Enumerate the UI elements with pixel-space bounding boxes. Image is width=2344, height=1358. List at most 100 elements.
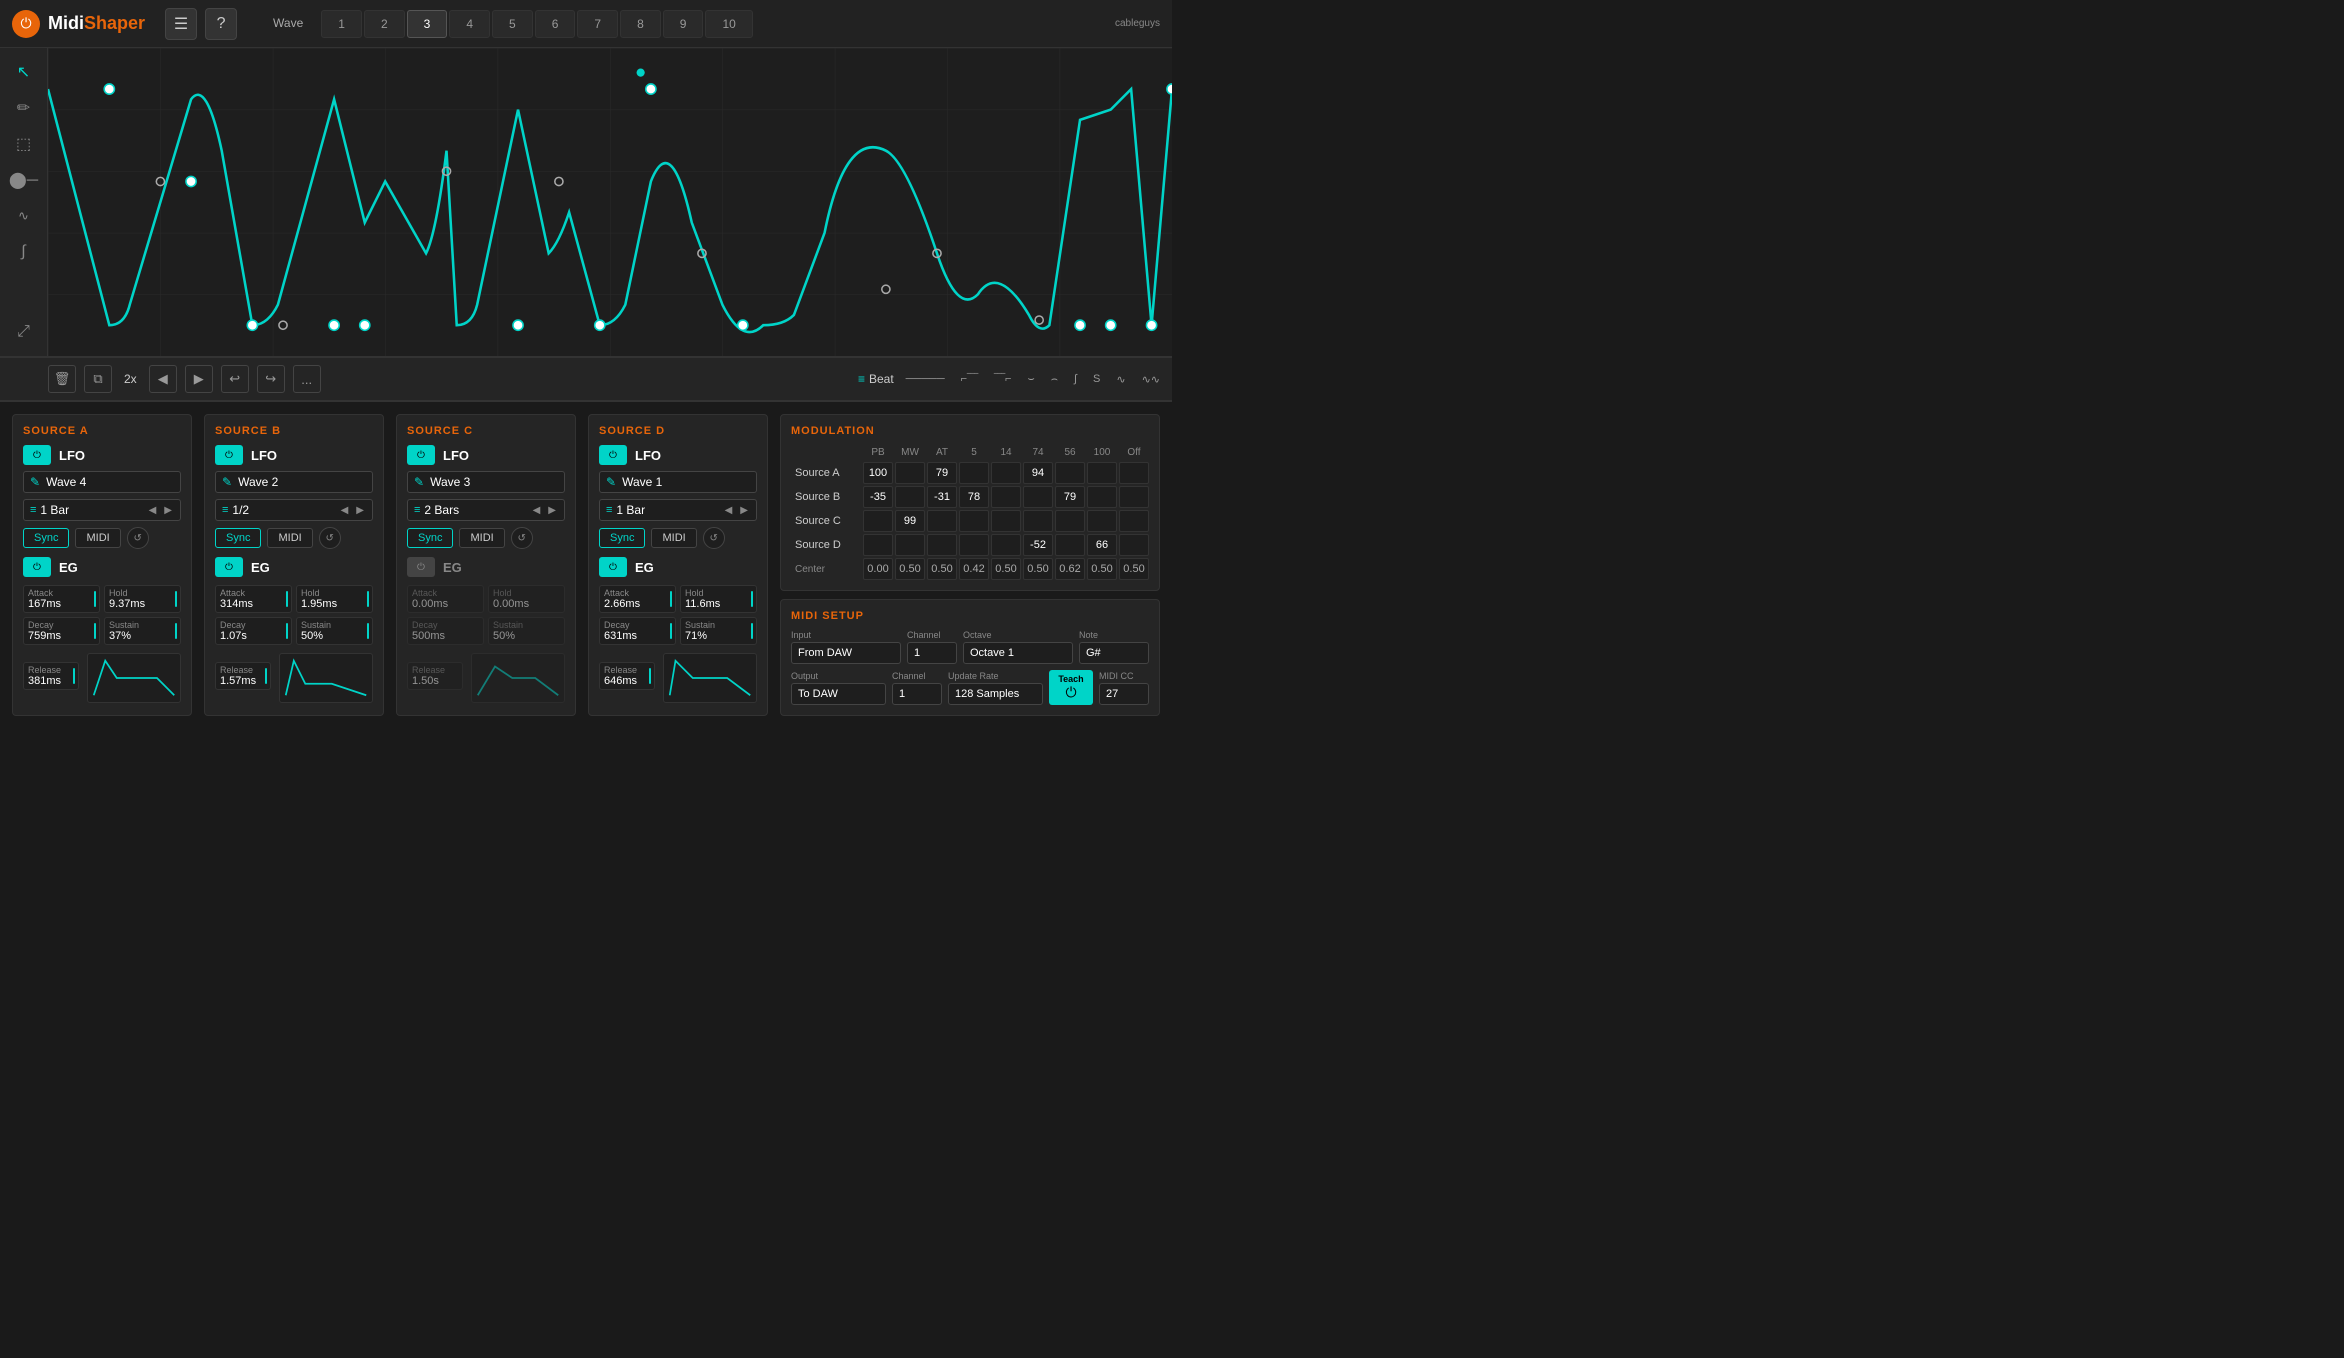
- source-d-wave-name[interactable]: ✎ Wave 1: [599, 471, 757, 493]
- source-d-attack[interactable]: Attack 2.66ms: [599, 585, 676, 613]
- mod-b-56[interactable]: 79: [1055, 486, 1085, 508]
- shape-wave2[interactable]: ∿∿: [1138, 371, 1164, 388]
- tab-10[interactable]: 10: [705, 10, 752, 38]
- draw-tool[interactable]: ✏: [8, 92, 40, 124]
- clone-button[interactable]: ⧉: [84, 365, 112, 393]
- source-d-retrig[interactable]: ↺: [703, 527, 725, 549]
- tab-6[interactable]: 6: [535, 10, 576, 38]
- smooth-tool[interactable]: ∿: [8, 200, 40, 232]
- source-c-bar-next[interactable]: ▶: [546, 505, 558, 516]
- midi-update-rate-value[interactable]: 128 Samples: [948, 683, 1043, 705]
- tab-7[interactable]: 7: [577, 10, 618, 38]
- source-a-bar-next[interactable]: ▶: [162, 505, 174, 516]
- source-b-decay[interactable]: Decay 1.07s: [215, 617, 292, 645]
- source-d-bar-next[interactable]: ▶: [738, 505, 750, 516]
- mod-center-14[interactable]: 0.50: [991, 558, 1021, 580]
- wave-display[interactable]: [48, 48, 1172, 356]
- expand-tool[interactable]: ⤢: [8, 316, 40, 348]
- mod-center-5[interactable]: 0.42: [959, 558, 989, 580]
- mod-b-5[interactable]: 78: [959, 486, 989, 508]
- source-c-retrig[interactable]: ↺: [511, 527, 533, 549]
- mod-center-56[interactable]: 0.62: [1055, 558, 1085, 580]
- shape-ramp-down[interactable]: ⌐‾‾‾: [957, 371, 982, 387]
- shape-ramp-down2[interactable]: ‾‾‾⌐: [990, 371, 1015, 387]
- mod-c-56[interactable]: ·: [1055, 510, 1085, 532]
- mod-c-14[interactable]: ·: [991, 510, 1021, 532]
- source-c-wave-name[interactable]: ✎ Wave 3: [407, 471, 565, 493]
- node-tool[interactable]: ⬤─: [8, 164, 40, 196]
- source-b-lfo-toggle[interactable]: ⏻: [215, 445, 243, 465]
- mod-a-100[interactable]: ·: [1087, 462, 1117, 484]
- shape-valley[interactable]: ⌣: [1023, 371, 1038, 388]
- source-a-attack[interactable]: Attack 167ms: [23, 585, 100, 613]
- tab-2[interactable]: 2: [364, 10, 405, 38]
- mod-b-74[interactable]: ·: [1023, 486, 1053, 508]
- source-b-sync[interactable]: Sync: [215, 528, 261, 548]
- source-d-hold[interactable]: Hold 11.6ms: [680, 585, 757, 613]
- source-a-retrig[interactable]: ↺: [127, 527, 149, 549]
- source-a-bar-prev[interactable]: ◀: [147, 505, 159, 516]
- tab-9[interactable]: 9: [663, 10, 704, 38]
- source-b-retrig[interactable]: ↺: [319, 527, 341, 549]
- shape-flat[interactable]: ─────: [902, 371, 949, 387]
- shape-s2[interactable]: S: [1089, 371, 1104, 387]
- delete-button[interactable]: 🗑: [48, 365, 76, 393]
- source-d-sync[interactable]: Sync: [599, 528, 645, 548]
- source-c-midi[interactable]: MIDI: [459, 528, 504, 548]
- mod-c-mw[interactable]: 99: [895, 510, 925, 532]
- mod-b-at[interactable]: -31: [927, 486, 957, 508]
- source-b-release[interactable]: Release 1.57ms: [215, 662, 271, 690]
- midi-input-channel[interactable]: 1: [907, 642, 957, 664]
- source-b-sustain[interactable]: Sustain 50%: [296, 617, 373, 645]
- curve-tool[interactable]: ∫: [8, 236, 40, 268]
- mod-d-mw[interactable]: ·: [895, 534, 925, 556]
- mod-center-pb[interactable]: 0.00: [863, 558, 893, 580]
- source-c-release[interactable]: Release 1.50s: [407, 662, 463, 690]
- mod-b-100[interactable]: ·: [1087, 486, 1117, 508]
- shape-s[interactable]: ∫: [1070, 371, 1081, 387]
- mod-d-off[interactable]: ·: [1119, 534, 1149, 556]
- source-c-decay[interactable]: Decay 500ms: [407, 617, 484, 645]
- mod-center-at[interactable]: 0.50: [927, 558, 957, 580]
- midi-cc-value[interactable]: 27: [1099, 683, 1149, 705]
- source-c-sync[interactable]: Sync: [407, 528, 453, 548]
- mod-center-100[interactable]: 0.50: [1087, 558, 1117, 580]
- mod-c-off[interactable]: ·: [1119, 510, 1149, 532]
- mod-a-14[interactable]: ·: [991, 462, 1021, 484]
- shape-wave1[interactable]: ∿: [1112, 371, 1129, 388]
- mod-center-off[interactable]: 0.50: [1119, 558, 1149, 580]
- source-b-wave-name[interactable]: ✎ Wave 2: [215, 471, 373, 493]
- mod-a-off[interactable]: ·: [1119, 462, 1149, 484]
- redo-button[interactable]: ↪: [257, 365, 285, 393]
- mod-d-74[interactable]: -52: [1023, 534, 1053, 556]
- source-d-bar-prev[interactable]: ◀: [723, 505, 735, 516]
- source-a-wave-name[interactable]: ✎ Wave 4: [23, 471, 181, 493]
- source-a-sync[interactable]: Sync: [23, 528, 69, 548]
- mod-d-14[interactable]: ·: [991, 534, 1021, 556]
- teach-button[interactable]: Teach ⏻: [1049, 670, 1093, 705]
- source-b-eg-toggle[interactable]: ⏻: [215, 557, 243, 577]
- source-d-lfo-toggle[interactable]: ⏻: [599, 445, 627, 465]
- tab-5[interactable]: 5: [492, 10, 533, 38]
- source-c-bar-prev[interactable]: ◀: [531, 505, 543, 516]
- tab-3[interactable]: 3: [407, 10, 448, 38]
- tab-8[interactable]: 8: [620, 10, 661, 38]
- mod-b-off[interactable]: ·: [1119, 486, 1149, 508]
- undo-button[interactable]: ↩: [221, 365, 249, 393]
- source-a-hold[interactable]: Hold 9.37ms: [104, 585, 181, 613]
- tab-1[interactable]: 1: [321, 10, 362, 38]
- mod-c-at[interactable]: ·: [927, 510, 957, 532]
- source-b-attack[interactable]: Attack 314ms: [215, 585, 292, 613]
- source-a-lfo-toggle[interactable]: ⏻: [23, 445, 51, 465]
- shape-hill[interactable]: ⌢: [1047, 371, 1062, 388]
- mod-center-74[interactable]: 0.50: [1023, 558, 1053, 580]
- source-a-release[interactable]: Release 381ms: [23, 662, 79, 690]
- source-c-eg-toggle[interactable]: ⏻: [407, 557, 435, 577]
- selection-tool[interactable]: ⬚: [8, 128, 40, 160]
- midi-output-value[interactable]: To DAW: [791, 683, 886, 705]
- mod-b-14[interactable]: ·: [991, 486, 1021, 508]
- select-tool[interactable]: ↖: [8, 56, 40, 88]
- mod-a-56[interactable]: ·: [1055, 462, 1085, 484]
- midi-input-value[interactable]: From DAW: [791, 642, 901, 664]
- mod-d-5[interactable]: ·: [959, 534, 989, 556]
